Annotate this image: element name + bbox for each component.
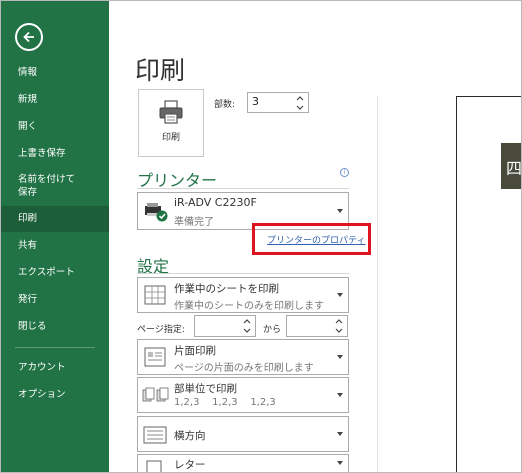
copies-stepper[interactable]: 3 (247, 92, 309, 113)
sidebar-item-publish[interactable]: 発行 (1, 287, 109, 313)
chevron-down-icon[interactable] (334, 326, 344, 335)
page-range-to-label: から (263, 325, 282, 335)
sidebar-item-new[interactable]: 新規 (1, 87, 109, 113)
collate-icon (142, 387, 169, 402)
landscape-icon (143, 426, 167, 444)
sidebar-item-info[interactable]: 情報 (1, 60, 109, 86)
backstage-window: 情報 新規 開く 上書き保存 名前を付けて 保存 印刷 共有 エクスポート 発行… (0, 0, 522, 473)
highlight-box (252, 223, 371, 255)
page-title: 印刷 (135, 56, 186, 85)
preview-content-block: 四 (501, 143, 522, 189)
chevron-up-icon[interactable] (334, 317, 344, 326)
sidebar-item-export[interactable]: エクスポート (1, 260, 109, 286)
copies-value: 3 (252, 95, 259, 108)
sides-desc: ページの片面のみを印刷します (174, 363, 314, 374)
printer-ready-icon (145, 203, 168, 222)
chevron-up-icon[interactable] (242, 317, 252, 326)
orientation-title: 横方向 (174, 430, 206, 442)
sidebar-item-account[interactable]: アカウント (1, 355, 109, 381)
collate-desc: 1,2,3 1,2,3 1,2,3 (174, 397, 276, 408)
print-scope-title: 作業中のシートを印刷 (174, 283, 279, 295)
paper-size-select[interactable]: レター (137, 454, 349, 472)
sidebar-item-share[interactable]: 共有 (1, 233, 109, 259)
sidebar-item-save-as-line2: 保存 (18, 187, 38, 198)
sidebar-item-options[interactable]: オプション (1, 382, 109, 408)
orientation-select[interactable]: 横方向 (137, 416, 349, 452)
section-divider (137, 273, 349, 274)
print-button-label: 印刷 (161, 133, 180, 143)
sheet-icon (144, 285, 166, 305)
print-button[interactable]: 印刷 (138, 89, 204, 157)
page-range-to-input[interactable] (286, 315, 348, 337)
printer-status: 準備完了 (174, 217, 214, 228)
preview-char: 四 (506, 159, 522, 178)
sidebar-item-open[interactable]: 開く (1, 114, 109, 140)
printer-icon (159, 100, 183, 124)
page-range-from-input[interactable] (194, 315, 256, 337)
sides-select[interactable]: 片面印刷 ページの片面のみを印刷します (137, 339, 349, 375)
back-arrow-icon[interactable] (15, 23, 43, 51)
chevron-down-icon (337, 355, 343, 359)
print-scope-select[interactable]: 作業中のシートを印刷 作業中のシートのみを印刷します (137, 277, 349, 313)
chevron-down-icon (337, 293, 343, 297)
sidebar-item-close[interactable]: 閉じる (1, 314, 109, 340)
one-sided-page-icon (144, 347, 166, 367)
chevron-down-icon[interactable] (295, 103, 305, 112)
sidebar-item-save-as[interactable]: 名前を付けて 保存 (1, 172, 109, 200)
collate-title: 部単位で印刷 (174, 383, 237, 395)
panel-divider (377, 96, 378, 472)
sidebar-item-save-as-line1: 名前を付けて (18, 174, 76, 185)
chevron-up-icon[interactable] (295, 94, 305, 103)
sidebar-divider (15, 347, 95, 348)
chevron-down-icon (337, 209, 343, 213)
chevron-down-icon[interactable] (242, 326, 252, 335)
section-divider (137, 188, 349, 189)
print-scope-desc: 作業中のシートのみを印刷します (174, 301, 324, 312)
copies-label: 部数: (214, 100, 236, 110)
backstage-sidebar: 情報 新規 開く 上書き保存 名前を付けて 保存 印刷 共有 エクスポート 発行… (1, 1, 109, 472)
paper-size-title: レター (174, 459, 206, 471)
printer-name: iR-ADV C2230F (174, 196, 257, 209)
page-range-label: ページ指定: (137, 325, 185, 335)
chevron-down-icon (337, 432, 343, 436)
sidebar-item-print[interactable]: 印刷 (1, 206, 109, 232)
chevron-down-icon (337, 461, 343, 465)
sides-title: 片面印刷 (174, 345, 216, 357)
paper-icon (146, 460, 162, 472)
chevron-down-icon (337, 393, 343, 397)
sidebar-item-save[interactable]: 上書き保存 (1, 141, 109, 167)
collate-select[interactable]: 部単位で印刷 1,2,3 1,2,3 1,2,3 (137, 377, 349, 413)
info-icon[interactable]: i (340, 168, 349, 177)
